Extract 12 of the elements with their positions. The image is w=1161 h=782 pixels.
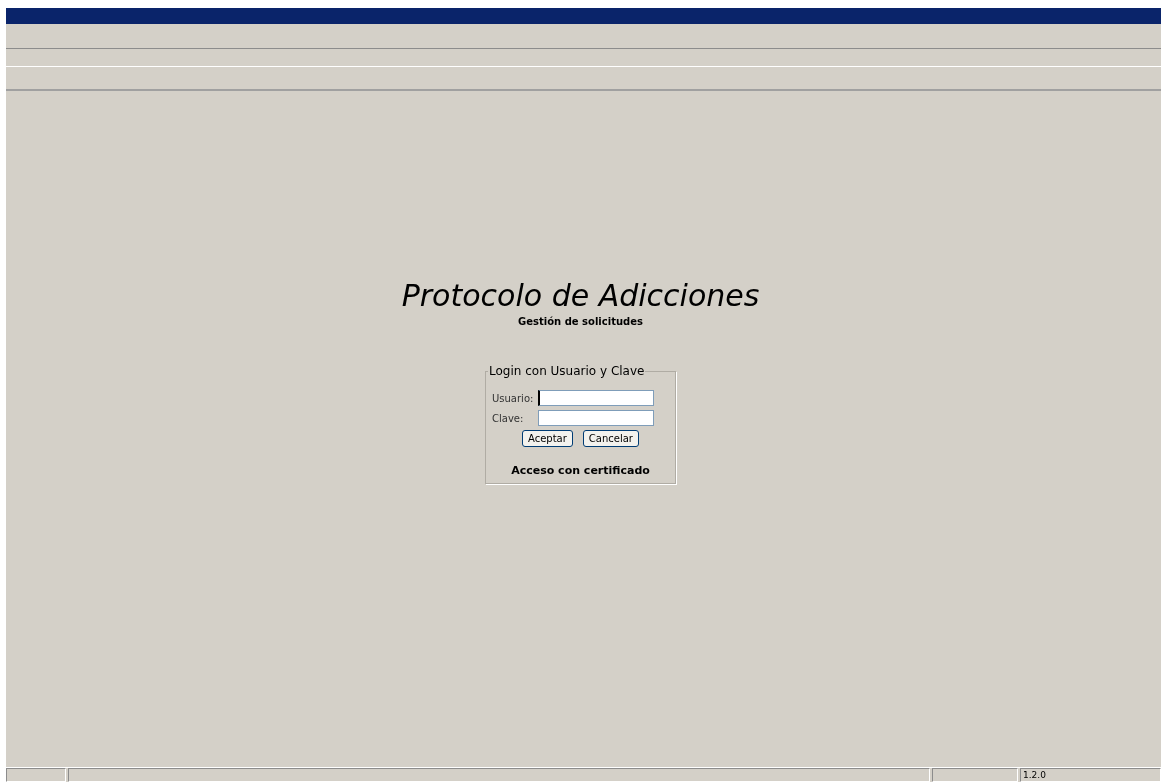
version-label: 1.2.0 [1020, 768, 1161, 782]
certificate-link[interactable]: Acceso con certificado [492, 464, 675, 477]
input-field[interactable] [538, 390, 654, 406]
field-label: Usuario: [492, 392, 535, 404]
cancel-button[interactable]: Cancelar [582, 430, 639, 447]
accept-button[interactable]: Aceptar [522, 430, 573, 447]
app-subtitle: Gestión de solicitudes [518, 315, 643, 329]
field-label: Clave: [492, 412, 525, 424]
app-title: Protocolo de Adicciones [401, 277, 760, 315]
login-legend: Login con Usuario y Clave [488, 364, 646, 379]
input-field[interactable] [538, 410, 654, 426]
status-panel [6, 768, 66, 782]
